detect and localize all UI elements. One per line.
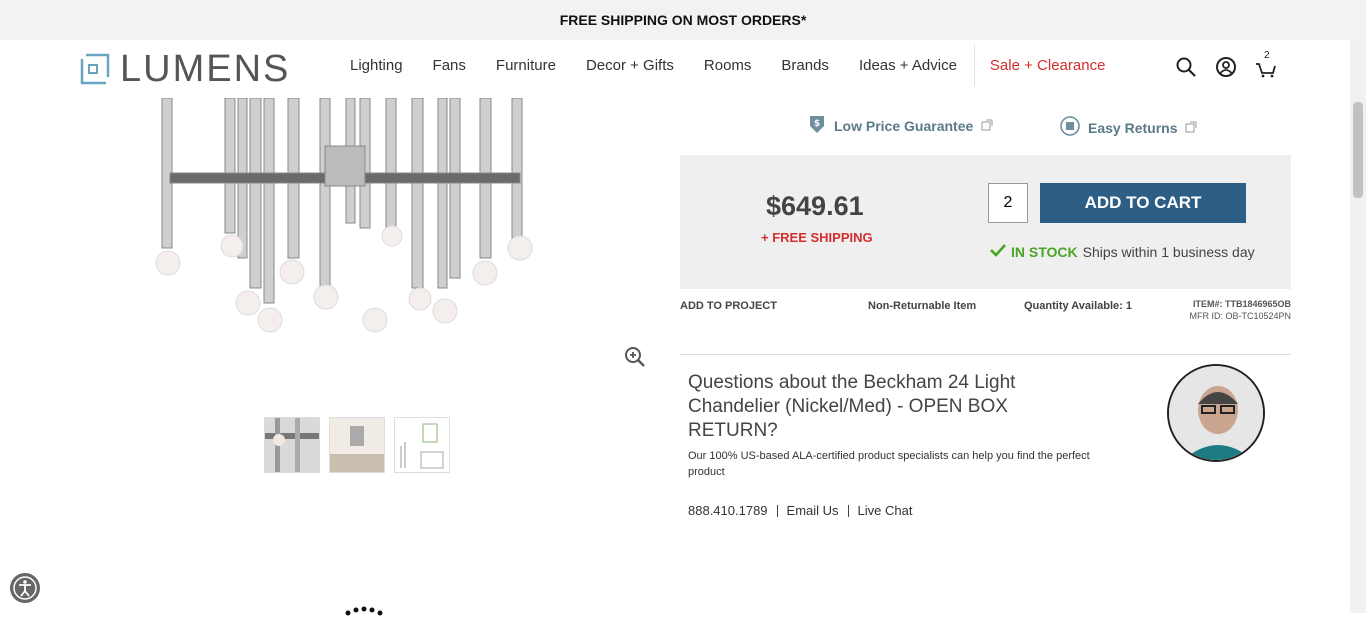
nav-item-furniture[interactable]: Furniture <box>481 57 571 74</box>
ship-time-label: Ships within 1 business day <box>1082 243 1255 260</box>
product-main-image[interactable] <box>150 97 550 348</box>
nav-item-sale-clearance[interactable]: Sale + Clearance <box>975 57 1121 74</box>
promo-banner: FREE SHIPPING ON MOST ORDERS* <box>0 0 1366 40</box>
product-price: $649.61 <box>766 191 864 221</box>
external-link-icon <box>981 118 993 134</box>
nav-item-rooms[interactable]: Rooms <box>689 57 767 74</box>
account-icon[interactable] <box>1215 56 1237 78</box>
thumbnail-image[interactable] <box>264 417 320 473</box>
promo-text: FREE SHIPPING ON MOST ORDERS* <box>559 12 807 28</box>
nav-item-fans[interactable]: Fans <box>418 57 481 74</box>
search-icon[interactable] <box>1175 56 1197 78</box>
nav-item-brands[interactable]: Brands <box>766 57 844 74</box>
add-to-cart-button[interactable]: ADD TO CART <box>1040 183 1246 223</box>
main-nav: Lighting Fans Furniture Decor + Gifts Ro… <box>335 44 1121 86</box>
accessibility-icon[interactable] <box>10 573 40 603</box>
live-chat-link[interactable]: Live Chat <box>858 503 913 518</box>
site-header: LUMENS Lighting Fans Furniture Decor + G… <box>0 40 1350 98</box>
contact-divider <box>847 504 849 517</box>
logo-text: LUMENS <box>120 48 291 90</box>
quantity-available: Quantity Available: 1 <box>1024 300 1132 312</box>
mfr-id: MFR ID: OB-TC10524PN <box>1189 311 1291 321</box>
phone-link[interactable]: 888.410.1789 <box>688 503 768 518</box>
scrollbar-thumb[interactable] <box>1353 102 1363 198</box>
add-to-project-link[interactable]: ADD TO PROJECT <box>680 300 777 312</box>
low-price-guarantee-label: Low Price Guarantee <box>834 117 974 134</box>
questions-title: Questions about the Beckham 24 Light Cha… <box>688 372 1016 441</box>
nav-item-decor-gifts[interactable]: Decor + Gifts <box>571 57 689 74</box>
loading-spinner-icon <box>344 603 384 621</box>
lumens-logo[interactable]: LUMENS <box>80 50 290 88</box>
stock-status: IN STOCK Ships within 1 business day <box>990 243 1255 260</box>
contact-divider <box>776 504 778 517</box>
buy-box: $649.61 + FREE SHIPPING ADD TO CART IN S… <box>680 155 1291 289</box>
easy-returns-label: Easy Returns <box>1088 119 1178 136</box>
cart-count-badge: 2 <box>1264 50 1270 61</box>
easy-returns-link[interactable]: Easy Returns <box>1060 116 1197 139</box>
page-scrollbar[interactable] <box>1350 40 1366 613</box>
header-icons: 2 <box>1175 50 1277 78</box>
quantity-input[interactable] <box>988 183 1028 223</box>
external-link-icon <box>1185 120 1197 136</box>
checkmark-icon <box>990 243 1006 260</box>
returns-box-icon <box>1060 116 1080 139</box>
zoom-icon[interactable] <box>624 346 646 368</box>
cart-icon[interactable]: 2 <box>1255 50 1277 78</box>
item-identifiers: ITEM#: TTB1846965OB MFR ID: OB-TC10524PN <box>1150 298 1291 322</box>
returnable-status: Non-Returnable Item <box>868 300 977 312</box>
item-number: ITEM#: TTB1846965OB <box>1192 299 1291 309</box>
nav-item-lighting[interactable]: Lighting <box>335 57 418 74</box>
logo-mark-icon <box>80 53 110 85</box>
price-tag-icon: $ <box>808 114 826 137</box>
specialist-avatar <box>1167 364 1265 462</box>
contact-options: 888.410.1789 Email Us Live Chat <box>688 503 912 518</box>
in-stock-label: IN STOCK <box>1011 243 1078 260</box>
nav-item-ideas-advice[interactable]: Ideas + Advice <box>844 57 972 74</box>
low-price-guarantee-link[interactable]: $ Low Price Guarantee <box>808 114 993 137</box>
thumbnail-image[interactable] <box>329 417 385 473</box>
email-us-link[interactable]: Email Us <box>787 503 839 518</box>
svg-text:$: $ <box>814 119 820 129</box>
section-divider <box>680 354 1291 355</box>
questions-subtitle: Our 100% US-based ALA-certified product … <box>688 450 1090 478</box>
thumbnail-strip <box>264 417 450 473</box>
free-shipping-label: + FREE SHIPPING <box>761 230 873 245</box>
thumbnail-image[interactable] <box>394 417 450 473</box>
